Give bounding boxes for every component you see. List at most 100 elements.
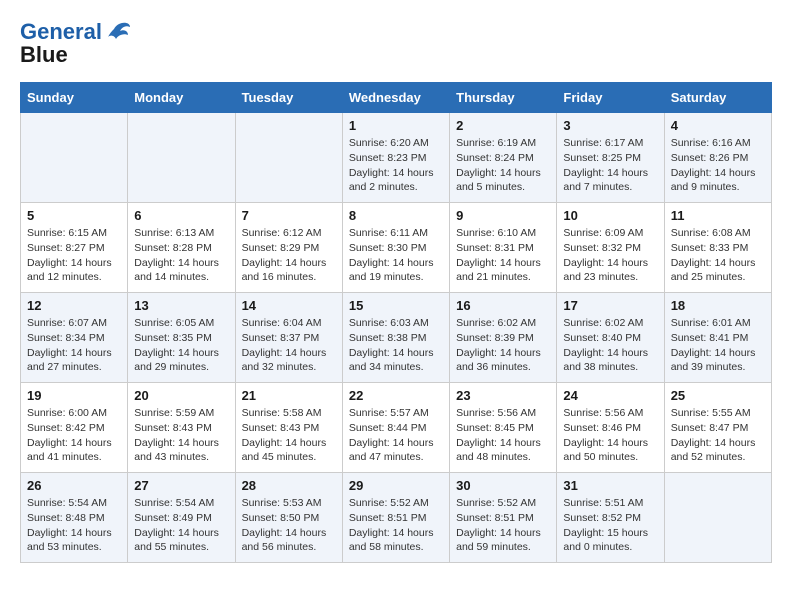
day-number: 19	[27, 388, 121, 403]
day-number: 31	[563, 478, 657, 493]
calendar-cell: 27 Sunrise: 5:54 AM Sunset: 8:49 PM Dayli…	[128, 473, 235, 563]
day-info: Sunrise: 6:01 AM Sunset: 8:41 PM Dayligh…	[671, 316, 765, 375]
calendar-cell: 15 Sunrise: 6:03 AM Sunset: 8:38 PM Dayli…	[342, 293, 449, 383]
day-number: 1	[349, 118, 443, 133]
calendar-cell: 10Sunrise: 6:09 AM Sunset: 8:32 PM Dayli…	[557, 203, 664, 293]
day-number: 11	[671, 208, 765, 223]
day-info: Sunrise: 6:16 AM Sunset: 8:26 PM Dayligh…	[671, 136, 765, 195]
calendar-cell: 23Sunrise: 5:56 AM Sunset: 8:45 PM Dayli…	[450, 383, 557, 473]
calendar-cell: 14Sunrise: 6:04 AM Sunset: 8:37 PM Dayli…	[235, 293, 342, 383]
day-number: 8	[349, 208, 443, 223]
calendar-cell: 22 Sunrise: 5:57 AM Sunset: 8:44 PM Dayli…	[342, 383, 449, 473]
day-info: Sunrise: 5:55 AM Sunset: 8:47 PM Dayligh…	[671, 406, 765, 465]
day-info: Sunrise: 6:02 AM Sunset: 8:39 PM Dayligh…	[456, 316, 550, 375]
day-number: 12	[27, 298, 121, 313]
calendar-cell: 20Sunrise: 5:59 AM Sunset: 8:43 PM Dayli…	[128, 383, 235, 473]
day-number: 29	[349, 478, 443, 493]
day-number: 16	[456, 298, 550, 313]
calendar-cell: 29 Sunrise: 5:52 AM Sunset: 8:51 PM Dayli…	[342, 473, 449, 563]
calendar-week-row: 12Sunrise: 6:07 AM Sunset: 8:34 PM Dayli…	[21, 293, 772, 383]
day-info: Sunrise: 5:53 AM Sunset: 8:50 PM Dayligh…	[242, 496, 336, 555]
logo-bird-icon	[104, 19, 132, 41]
day-info: Sunrise: 6:11 AM Sunset: 8:30 PM Dayligh…	[349, 226, 443, 285]
day-number: 14	[242, 298, 336, 313]
calendar-cell: 2 Sunrise: 6:19 AM Sunset: 8:24 PM Daylig…	[450, 113, 557, 203]
day-info: Sunrise: 5:52 AM Sunset: 8:51 PM Dayligh…	[349, 496, 443, 555]
day-info: Sunrise: 6:10 AM Sunset: 8:31 PM Dayligh…	[456, 226, 550, 285]
day-number: 9	[456, 208, 550, 223]
day-info: Sunrise: 6:15 AM Sunset: 8:27 PM Dayligh…	[27, 226, 121, 285]
day-number: 26	[27, 478, 121, 493]
day-info: Sunrise: 5:52 AM Sunset: 8:51 PM Dayligh…	[456, 496, 550, 555]
calendar-cell: 4 Sunrise: 6:16 AM Sunset: 8:26 PM Daylig…	[664, 113, 771, 203]
weekday-header-tuesday: Tuesday	[235, 83, 342, 113]
calendar-header-row: SundayMondayTuesdayWednesdayThursdayFrid…	[21, 83, 772, 113]
logo: General Blue	[20, 20, 132, 66]
calendar-week-row: 1 Sunrise: 6:20 AM Sunset: 8:23 PM Daylig…	[21, 113, 772, 203]
day-number: 15	[349, 298, 443, 313]
day-number: 18	[671, 298, 765, 313]
day-number: 3	[563, 118, 657, 133]
day-number: 5	[27, 208, 121, 223]
day-number: 22	[349, 388, 443, 403]
weekday-header-monday: Monday	[128, 83, 235, 113]
day-info: Sunrise: 6:20 AM Sunset: 8:23 PM Dayligh…	[349, 136, 443, 195]
calendar-cell: 7 Sunrise: 6:12 AM Sunset: 8:29 PM Daylig…	[235, 203, 342, 293]
day-number: 30	[456, 478, 550, 493]
calendar-cell: 16 Sunrise: 6:02 AM Sunset: 8:39 PM Dayli…	[450, 293, 557, 383]
day-info: Sunrise: 6:02 AM Sunset: 8:40 PM Dayligh…	[563, 316, 657, 375]
day-info: Sunrise: 5:54 AM Sunset: 8:49 PM Dayligh…	[134, 496, 228, 555]
day-number: 7	[242, 208, 336, 223]
page-header: General Blue	[20, 20, 772, 66]
weekday-header-sunday: Sunday	[21, 83, 128, 113]
day-number: 27	[134, 478, 228, 493]
calendar-week-row: 5 Sunrise: 6:15 AM Sunset: 8:27 PM Daylig…	[21, 203, 772, 293]
calendar-cell: 30 Sunrise: 5:52 AM Sunset: 8:51 PM Dayli…	[450, 473, 557, 563]
day-info: Sunrise: 5:51 AM Sunset: 8:52 PM Dayligh…	[563, 496, 657, 555]
calendar-table: SundayMondayTuesdayWednesdayThursdayFrid…	[20, 82, 772, 563]
calendar-cell: 8 Sunrise: 6:11 AM Sunset: 8:30 PM Daylig…	[342, 203, 449, 293]
calendar-cell: 3 Sunrise: 6:17 AM Sunset: 8:25 PM Daylig…	[557, 113, 664, 203]
day-number: 13	[134, 298, 228, 313]
weekday-header-friday: Friday	[557, 83, 664, 113]
day-number: 20	[134, 388, 228, 403]
calendar-cell	[235, 113, 342, 203]
logo-text: General	[20, 20, 102, 44]
calendar-cell: 19 Sunrise: 6:00 AM Sunset: 8:42 PM Dayli…	[21, 383, 128, 473]
day-number: 24	[563, 388, 657, 403]
day-info: Sunrise: 6:09 AM Sunset: 8:32 PM Dayligh…	[563, 226, 657, 285]
day-info: Sunrise: 6:12 AM Sunset: 8:29 PM Dayligh…	[242, 226, 336, 285]
calendar-cell: 25Sunrise: 5:55 AM Sunset: 8:47 PM Dayli…	[664, 383, 771, 473]
calendar-cell: 11Sunrise: 6:08 AM Sunset: 8:33 PM Dayli…	[664, 203, 771, 293]
day-number: 17	[563, 298, 657, 313]
calendar-cell: 28 Sunrise: 5:53 AM Sunset: 8:50 PM Dayli…	[235, 473, 342, 563]
calendar-cell	[664, 473, 771, 563]
calendar-week-row: 19 Sunrise: 6:00 AM Sunset: 8:42 PM Dayli…	[21, 383, 772, 473]
day-info: Sunrise: 6:05 AM Sunset: 8:35 PM Dayligh…	[134, 316, 228, 375]
day-info: Sunrise: 5:56 AM Sunset: 8:46 PM Dayligh…	[563, 406, 657, 465]
day-number: 4	[671, 118, 765, 133]
calendar-cell	[21, 113, 128, 203]
calendar-cell: 9 Sunrise: 6:10 AM Sunset: 8:31 PM Daylig…	[450, 203, 557, 293]
day-info: Sunrise: 6:19 AM Sunset: 8:24 PM Dayligh…	[456, 136, 550, 195]
day-info: Sunrise: 5:58 AM Sunset: 8:43 PM Dayligh…	[242, 406, 336, 465]
calendar-cell: 1 Sunrise: 6:20 AM Sunset: 8:23 PM Daylig…	[342, 113, 449, 203]
weekday-header-wednesday: Wednesday	[342, 83, 449, 113]
calendar-cell	[128, 113, 235, 203]
day-number: 2	[456, 118, 550, 133]
calendar-cell: 13 Sunrise: 6:05 AM Sunset: 8:35 PM Dayli…	[128, 293, 235, 383]
calendar-cell: 26Sunrise: 5:54 AM Sunset: 8:48 PM Dayli…	[21, 473, 128, 563]
day-info: Sunrise: 6:00 AM Sunset: 8:42 PM Dayligh…	[27, 406, 121, 465]
day-number: 23	[456, 388, 550, 403]
calendar-cell: 21Sunrise: 5:58 AM Sunset: 8:43 PM Dayli…	[235, 383, 342, 473]
calendar-cell: 24 Sunrise: 5:56 AM Sunset: 8:46 PM Dayli…	[557, 383, 664, 473]
calendar-week-row: 26Sunrise: 5:54 AM Sunset: 8:48 PM Dayli…	[21, 473, 772, 563]
day-number: 28	[242, 478, 336, 493]
calendar-cell: 31 Sunrise: 5:51 AM Sunset: 8:52 PM Dayli…	[557, 473, 664, 563]
day-info: Sunrise: 5:57 AM Sunset: 8:44 PM Dayligh…	[349, 406, 443, 465]
day-info: Sunrise: 6:17 AM Sunset: 8:25 PM Dayligh…	[563, 136, 657, 195]
weekday-header-saturday: Saturday	[664, 83, 771, 113]
calendar-cell: 12Sunrise: 6:07 AM Sunset: 8:34 PM Dayli…	[21, 293, 128, 383]
day-info: Sunrise: 6:13 AM Sunset: 8:28 PM Dayligh…	[134, 226, 228, 285]
day-info: Sunrise: 6:03 AM Sunset: 8:38 PM Dayligh…	[349, 316, 443, 375]
